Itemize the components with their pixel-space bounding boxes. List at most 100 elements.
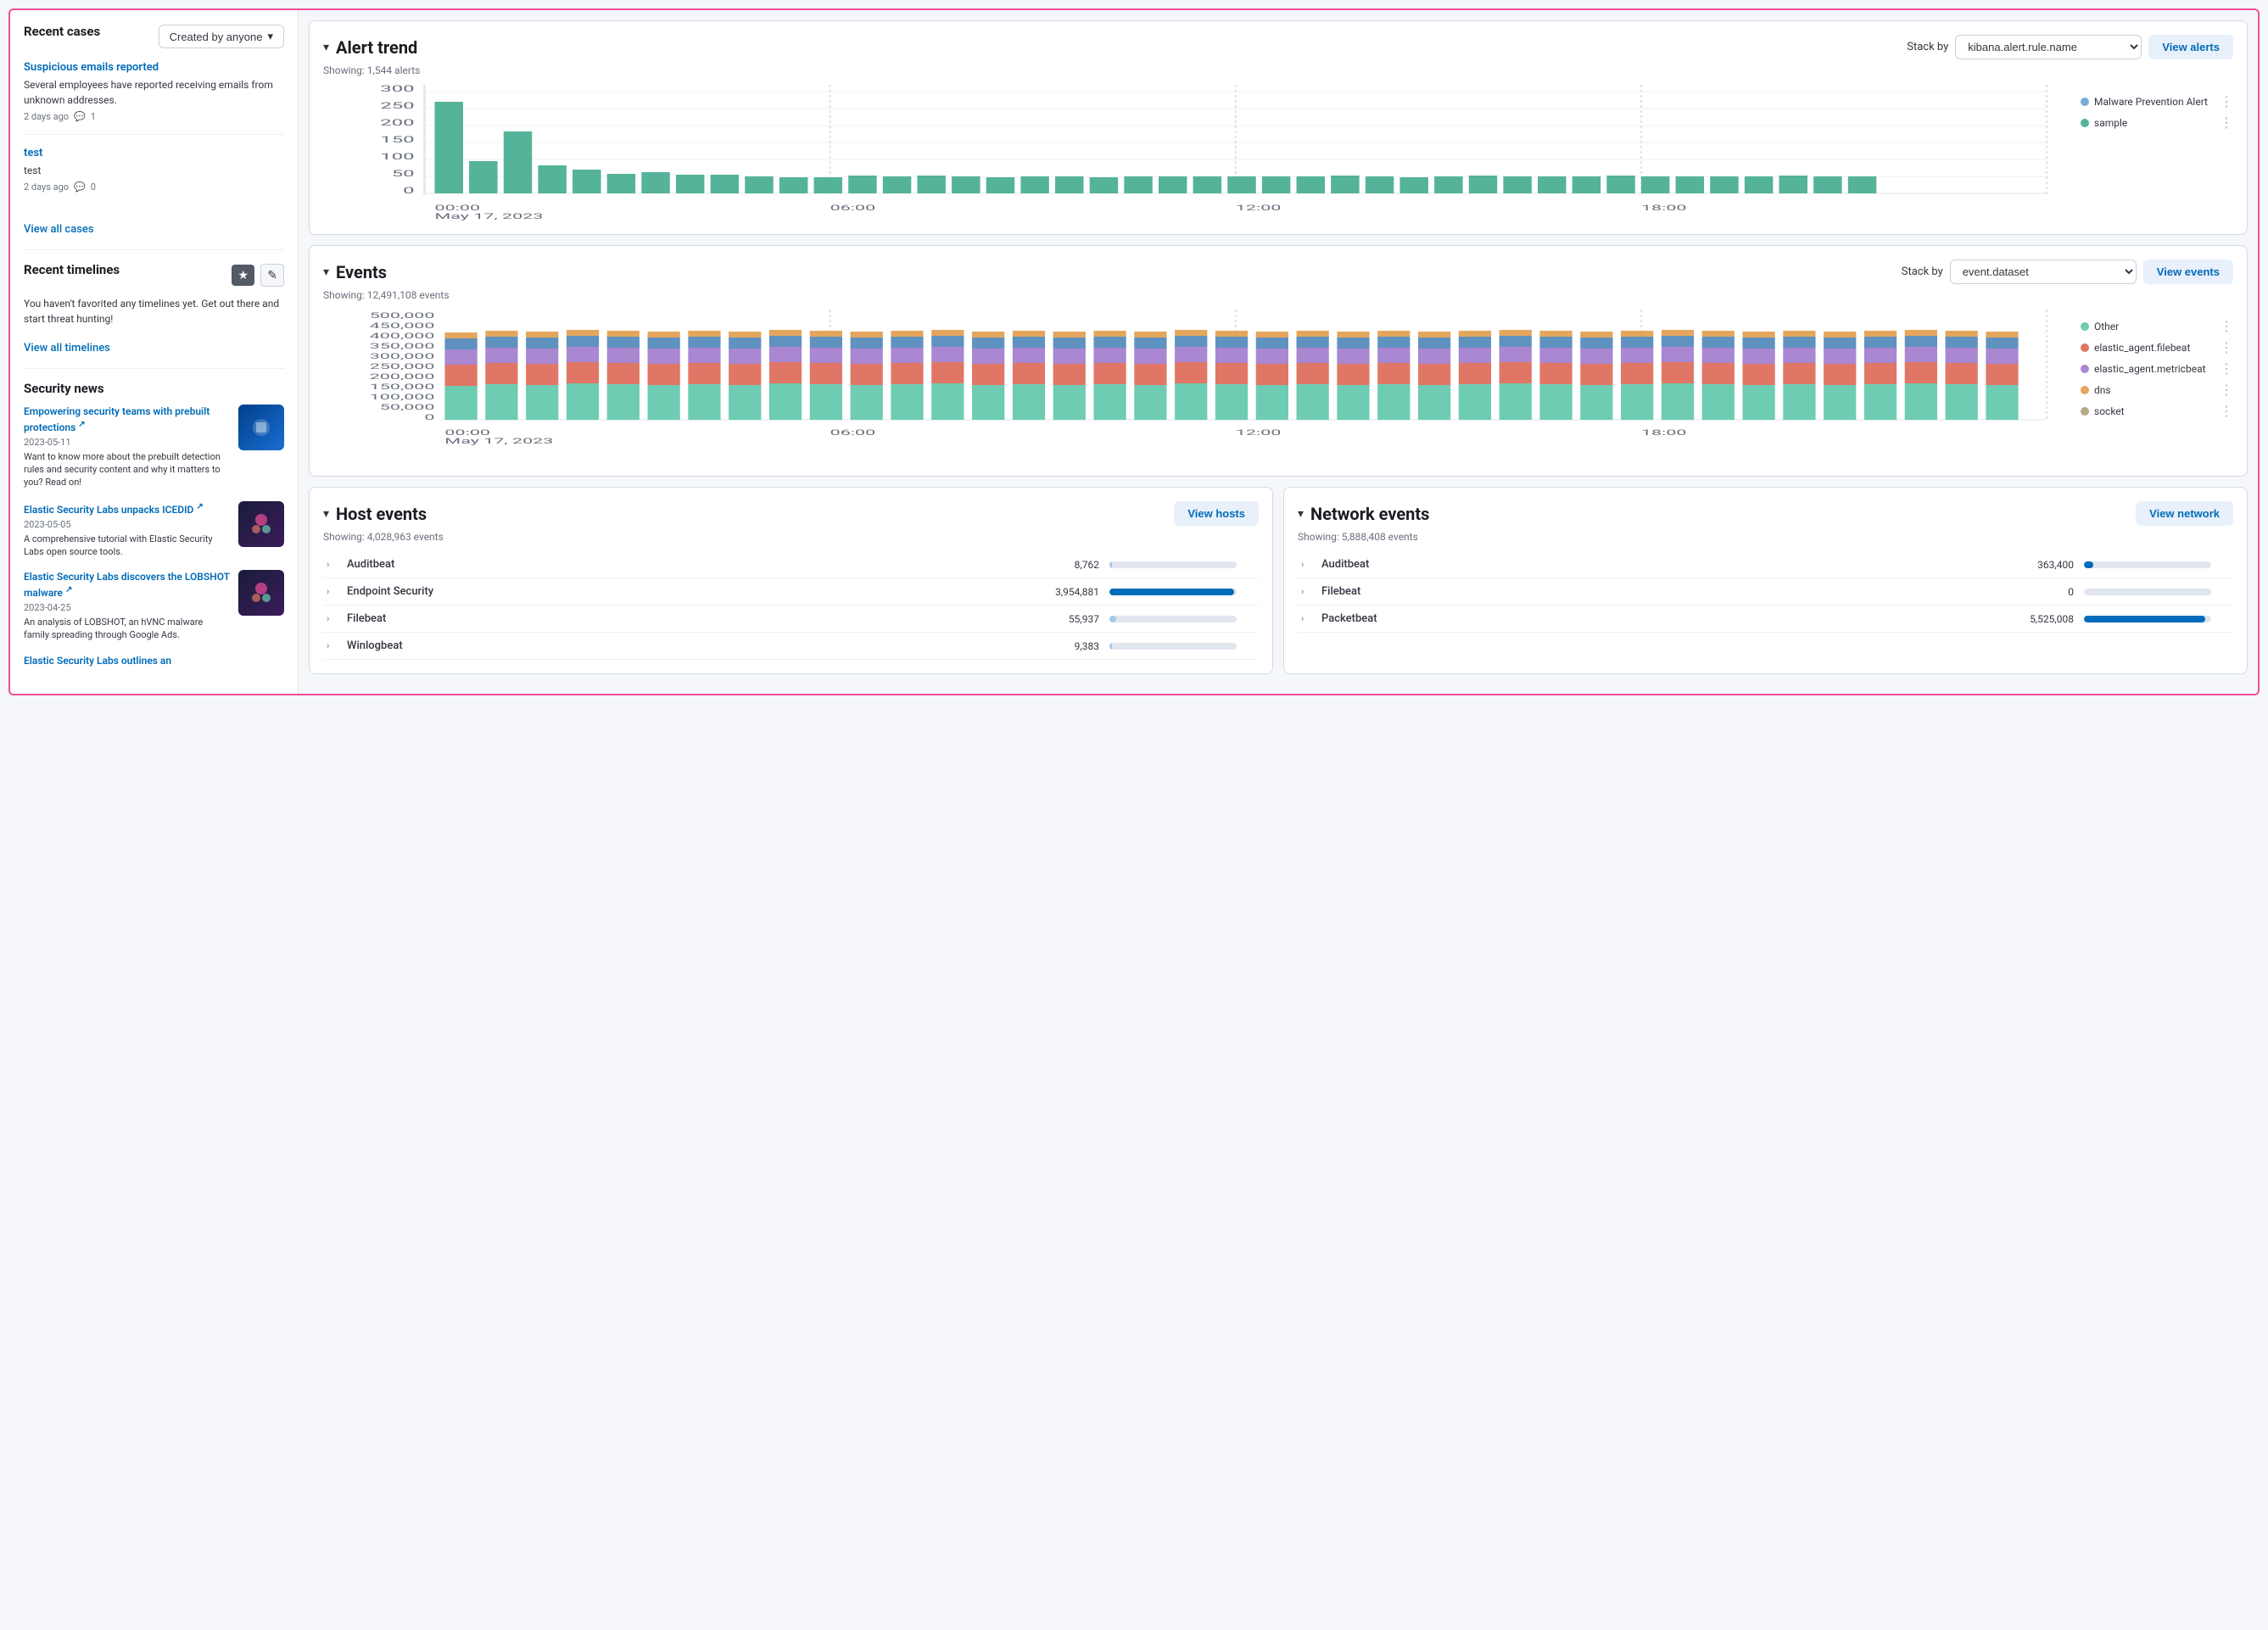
expand-row-icon[interactable]: › (1301, 559, 1304, 570)
network-event-name: Filebeat (1318, 578, 1726, 606)
svg-text:May 17, 2023: May 17, 2023 (444, 437, 553, 445)
svg-text:500,000: 500,000 (370, 311, 435, 320)
alert-trend-title: Alert trend (336, 37, 417, 58)
news-thumbnail (238, 570, 284, 616)
alert-trend-card: ▾ Alert trend Stack by kibana.alert.rule… (309, 20, 2248, 235)
view-hosts-button[interactable]: View hosts (1174, 501, 1259, 526)
case-meta: 2 days ago 💬 1 (24, 111, 284, 122)
expand-row-icon[interactable]: › (1301, 613, 1304, 624)
network-event-bar (2081, 578, 2233, 606)
host-event-name: Filebeat (344, 606, 826, 633)
case-link-suspicious[interactable]: Suspicious emails reported (24, 61, 159, 74)
network-event-name: Packetbeat (1318, 606, 1726, 633)
host-event-count: 8,762 (826, 551, 1106, 578)
legend-dot-dns (2081, 386, 2089, 394)
expand-row-icon[interactable]: › (327, 586, 329, 597)
expand-row-icon[interactable]: › (327, 559, 329, 570)
view-network-button[interactable]: View network (2136, 501, 2233, 526)
svg-text:50: 50 (392, 169, 415, 178)
legend-item-socket: socket ⋮ (2081, 403, 2233, 419)
host-events-title: Host events (336, 504, 427, 524)
svg-text:150: 150 (380, 135, 414, 144)
events-showing: Showing: 12,491,108 events (323, 289, 2233, 301)
new-timeline-btn[interactable]: ✎ (260, 264, 284, 287)
svg-text:0: 0 (403, 186, 414, 195)
events-stack-by-select[interactable]: event.dataset (1950, 260, 2137, 284)
security-news-section: Security news Empowering security teams … (24, 381, 284, 668)
favorite-timeline-btn[interactable]: ★ (232, 265, 254, 286)
svg-text:300,000: 300,000 (370, 352, 435, 360)
legend-menu-icon[interactable]: ⋮ (2220, 93, 2233, 109)
created-by-dropdown[interactable]: Created by anyone ▾ (159, 25, 284, 48)
events-chart: 500,000 450,000 400,000 350,000 300,000 … (323, 310, 2067, 462)
legend-menu-icon[interactable]: ⋮ (2220, 318, 2233, 334)
external-link-icon: ↗ (65, 585, 72, 595)
news-content: Elastic Security Labs unpacks ICEDID ↗ 2… (24, 501, 230, 559)
legend-item-malware: Malware Prevention Alert ⋮ (2081, 93, 2233, 109)
expand-row-icon[interactable]: › (327, 613, 329, 624)
case-desc: Several employees have reported receivin… (24, 77, 284, 108)
expand-row-icon[interactable]: › (1301, 586, 1304, 597)
legend-menu-icon[interactable]: ⋮ (2220, 360, 2233, 377)
events-title-row: ▾ Events (323, 262, 387, 282)
news-content: Elastic Security Labs discovers the LOBS… (24, 570, 230, 641)
legend-dot-metricbeat (2081, 365, 2089, 373)
view-alerts-button[interactable]: View alerts (2148, 35, 2233, 59)
host-event-bar (1106, 578, 1259, 606)
svg-text:400,000: 400,000 (370, 332, 435, 340)
news-desc: A comprehensive tutorial with Elastic Se… (24, 533, 230, 559)
network-event-count: 363,400 (1726, 551, 2081, 578)
news-content: Empowering security teams with prebuilt … (24, 405, 230, 489)
timeline-actions: ★ ✎ (228, 264, 284, 287)
collapse-icon[interactable]: ▾ (1298, 507, 1304, 521)
divider (24, 249, 284, 250)
timelines-message: You haven't favorited any timelines yet.… (24, 296, 284, 327)
host-event-bar (1106, 606, 1259, 633)
events-stack-by-row: Stack by event.dataset View events (1902, 260, 2233, 284)
legend-menu-icon[interactable]: ⋮ (2220, 114, 2233, 131)
news-link-2[interactable]: Elastic Security Labs discovers the LOBS… (24, 570, 230, 600)
view-all-timelines-link[interactable]: View all timelines (24, 342, 110, 354)
legend-menu-icon[interactable]: ⋮ (2220, 403, 2233, 419)
alert-trend-stack-by-select[interactable]: kibana.alert.rule.name (1955, 35, 2142, 59)
svg-text:06:00: 06:00 (830, 428, 876, 437)
view-all-cases-link[interactable]: View all cases (24, 223, 94, 236)
host-event-name: Winlogbeat (344, 633, 826, 660)
news-link-3[interactable]: Elastic Security Labs outlines an (24, 654, 284, 668)
case-link-test[interactable]: test (24, 147, 42, 159)
news-link-0[interactable]: Empowering security teams with prebuilt … (24, 405, 230, 435)
network-event-bar (2081, 551, 2233, 578)
host-event-name: Auditbeat (344, 551, 826, 578)
alert-trend-header: ▾ Alert trend Stack by kibana.alert.rule… (323, 35, 2233, 59)
svg-text:450,000: 450,000 (370, 321, 435, 330)
svg-text:300: 300 (380, 85, 414, 94)
svg-text:May 17, 2023: May 17, 2023 (434, 212, 543, 220)
case-item: Suspicious emails reported Several emplo… (24, 61, 284, 135)
network-event-count: 5,525,008 (1726, 606, 2081, 633)
collapse-icon[interactable]: ▾ (323, 41, 329, 54)
recent-timelines-header: Recent timelines ★ ✎ (24, 262, 284, 287)
legend-menu-icon[interactable]: ⋮ (2220, 382, 2233, 398)
main-container: Recent cases Created by anyone ▾ Suspici… (8, 8, 2260, 695)
legend-menu-icon[interactable]: ⋮ (2220, 339, 2233, 355)
news-link-1[interactable]: Elastic Security Labs unpacks ICEDID ↗ (24, 501, 230, 517)
host-events-showing: Showing: 4,028,963 events (323, 531, 1259, 543)
news-date: 2023-05-11 (24, 437, 230, 448)
svg-text:350,000: 350,000 (370, 342, 435, 350)
comment-icon: 💬 (74, 181, 86, 193)
collapse-icon[interactable]: ▾ (323, 265, 329, 279)
host-event-count: 3,954,881 (826, 578, 1106, 606)
collapse-icon[interactable]: ▾ (323, 507, 329, 521)
view-events-button[interactable]: View events (2143, 260, 2233, 284)
host-events-table: › Auditbeat 8,762 › Endpoint Security (323, 551, 1259, 660)
host-event-name: Endpoint Security (344, 578, 826, 606)
case-meta: 2 days ago 💬 0 (24, 181, 284, 193)
external-link-icon: ↗ (196, 502, 203, 511)
network-events-title: Network events (1310, 504, 1429, 524)
host-event-count: 55,937 (826, 606, 1106, 633)
expand-row-icon[interactable]: › (327, 640, 329, 651)
security-news-title: Security news (24, 381, 104, 396)
case-item: test test 2 days ago 💬 0 (24, 147, 284, 204)
cases-list: Suspicious emails reported Several emplo… (24, 61, 284, 204)
network-events-card: ▾ Network events View network Showing: 5… (1283, 487, 2248, 674)
